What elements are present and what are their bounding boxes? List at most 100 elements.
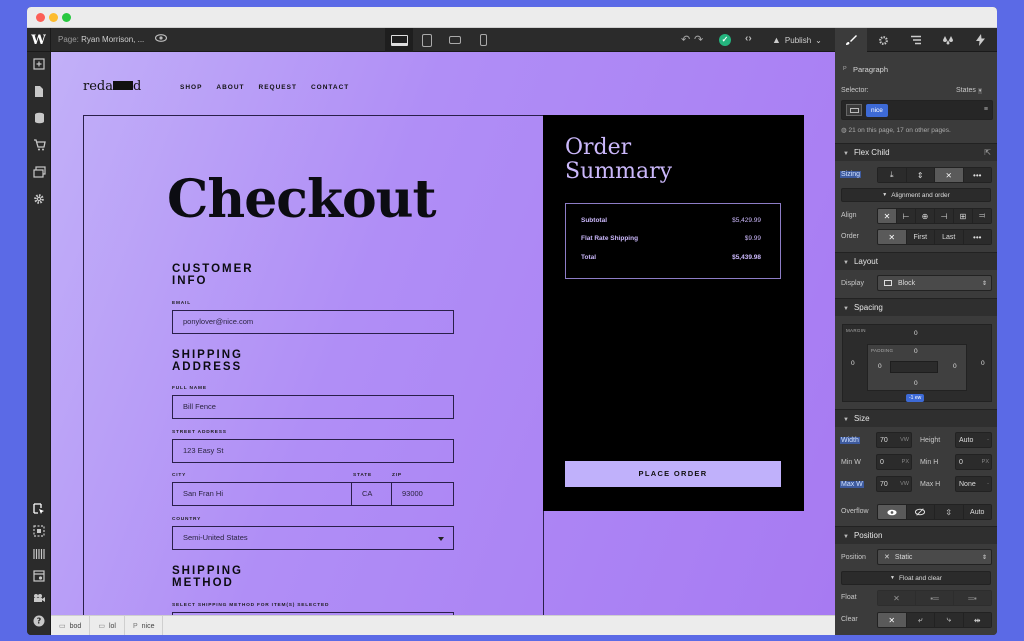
flex-child-section-header[interactable]: ▼ Flex Child ⇱	[835, 143, 997, 161]
ecommerce-cart-icon[interactable]	[31, 139, 47, 155]
padding-bottom-value[interactable]: 0	[914, 380, 918, 387]
order-first-button[interactable]: First	[906, 230, 935, 244]
min-height-unit[interactable]: PX	[982, 459, 989, 465]
align-center-icon[interactable]: ⊕	[916, 209, 935, 223]
minimize-window-button[interactable]	[49, 13, 58, 22]
webflow-logo-icon[interactable]: W	[27, 28, 51, 52]
selector-menu-icon[interactable]: ≡	[984, 106, 988, 113]
margin-top-value[interactable]: 0	[914, 330, 918, 337]
max-width-label[interactable]: Max W	[840, 481, 864, 488]
shipping-method-heading[interactable]: SHIPPING METHOD	[172, 565, 243, 589]
width-input[interactable]: 70 VW	[876, 432, 912, 448]
undo-icon[interactable]: ↶	[681, 33, 690, 46]
clear-none-icon[interactable]: ✕	[878, 613, 907, 627]
cms-database-icon[interactable]	[31, 112, 47, 128]
min-height-input[interactable]: 0 PX	[955, 454, 992, 470]
breadcrumb-body[interactable]: ▭ bod	[51, 616, 91, 635]
padding-right-value[interactable]: 0	[953, 363, 957, 370]
desktop-breakpoint-button[interactable]	[385, 28, 413, 52]
overflow-hidden-eye-slash-icon[interactable]	[906, 505, 935, 519]
overflow-scroll-icon[interactable]: ⇳	[935, 505, 964, 519]
max-width-input[interactable]: 70 VW	[876, 476, 912, 492]
code-export-icon[interactable]: ‹›	[745, 33, 752, 44]
expand-icon[interactable]: ⇱	[984, 144, 991, 162]
order-last-button[interactable]: Last	[935, 230, 964, 244]
height-input[interactable]: Auto -	[955, 432, 992, 448]
no-shrink-icon[interactable]: ⨯	[935, 168, 964, 182]
video-tutorials-icon[interactable]	[31, 592, 47, 608]
width-unit[interactable]: VW	[900, 437, 909, 443]
close-window-button[interactable]	[36, 13, 45, 22]
breadcrumb-section[interactable]: ▭ lol	[90, 616, 125, 635]
assets-images-icon[interactable]	[31, 166, 47, 182]
margin-left-value[interactable]: 0	[851, 360, 855, 367]
customer-info-heading[interactable]: CUSTOMER INFO	[172, 263, 254, 287]
design-canvas[interactable]: reda d SHOP ABOUT REQUEST CONTACT Checkou…	[51, 52, 835, 615]
settings-gear-icon[interactable]	[31, 193, 47, 209]
nav-contact[interactable]: CONTACT	[311, 84, 349, 91]
interactions-drops-icon[interactable]	[932, 28, 964, 52]
help-icon[interactable]: ?	[31, 615, 47, 631]
style-brush-icon[interactable]	[835, 28, 868, 52]
clear-both-icon[interactable]: ⇹	[963, 613, 991, 627]
nav-shop[interactable]: SHOP	[180, 84, 202, 91]
pages-icon[interactable]	[31, 85, 47, 101]
max-height-input[interactable]: None -	[955, 476, 992, 492]
class-chip[interactable]: nice	[866, 103, 888, 117]
site-logo[interactable]: reda d	[83, 79, 141, 94]
place-order-button[interactable]: PLACE ORDER	[565, 461, 781, 487]
margin-bottom-value[interactable]: -1 ew	[906, 394, 925, 402]
grow-icon[interactable]: ⇕	[906, 168, 935, 182]
min-width-input[interactable]: 0 PX	[876, 454, 912, 470]
float-clear-toggle[interactable]: ▼ Float and clear	[841, 571, 991, 585]
position-select[interactable]: ✕ Static ⇕	[877, 549, 992, 565]
order-summary-panel[interactable]: Order Summary Subtotal $5,429.99 Flat Ra…	[543, 115, 804, 511]
navigator-icon[interactable]	[31, 525, 47, 541]
align-baseline-icon[interactable]: ⫤	[973, 209, 991, 223]
more-options-icon[interactable]: •••	[963, 168, 991, 182]
order-none-icon[interactable]: ✕	[878, 230, 907, 244]
min-width-unit[interactable]: PX	[902, 459, 909, 465]
shipping-address-heading[interactable]: SHIPPING ADDRESS	[172, 349, 243, 373]
country-select[interactable]: Semi-United States	[172, 526, 454, 550]
align-end-icon[interactable]: ⊣	[935, 209, 954, 223]
clear-right-icon[interactable]: ⤷	[935, 613, 964, 627]
breadcrumb-paragraph[interactable]: Pnice	[125, 616, 164, 635]
float-right-icon[interactable]: ═▪	[954, 591, 991, 605]
style-manager-icon[interactable]	[900, 28, 932, 52]
tablet-breakpoint-button[interactable]	[413, 28, 441, 52]
padding-left-value[interactable]: 0	[878, 363, 882, 370]
order-more-icon[interactable]: •••	[963, 230, 991, 244]
style-manager-icon[interactable]	[31, 548, 47, 564]
mobile-landscape-breakpoint-button[interactable]	[441, 28, 469, 52]
mobile-portrait-breakpoint-button[interactable]	[469, 28, 497, 52]
page-selector[interactable]: Page: Ryan Morrison, ...	[58, 35, 144, 44]
state-field[interactable]: CA	[352, 482, 392, 506]
lightning-bolt-icon[interactable]	[965, 28, 997, 52]
float-none-icon[interactable]: ✕	[878, 591, 916, 605]
overflow-visible-eye-icon[interactable]	[878, 505, 907, 519]
element-settings-gear-icon[interactable]	[867, 28, 899, 52]
selector-field[interactable]: nice ≡	[841, 100, 993, 120]
full-name-field[interactable]: Bill Fence	[172, 395, 454, 419]
max-width-unit[interactable]: VW	[900, 481, 909, 487]
clear-left-icon[interactable]: ⤶	[906, 613, 935, 627]
align-stretch-icon[interactable]: ⊞	[954, 209, 973, 223]
layout-section-header[interactable]: ▼ Layout	[835, 252, 997, 270]
position-section-header[interactable]: ▼ Position	[835, 526, 997, 544]
maximize-window-button[interactable]	[62, 13, 71, 22]
float-left-icon[interactable]: ▪═	[916, 591, 954, 605]
max-height-unit[interactable]: -	[987, 481, 989, 487]
size-section-header[interactable]: ▼ Size	[835, 409, 997, 427]
order-summary-heading[interactable]: Order Summary	[565, 136, 672, 184]
align-start-icon[interactable]: ⊢	[897, 209, 916, 223]
checkout-heading[interactable]: Checkout	[167, 169, 436, 230]
publish-button[interactable]: ▲ Publish ⌄	[772, 28, 822, 52]
spacing-section-header[interactable]: ▼ Spacing	[835, 298, 997, 316]
width-label[interactable]: Width	[840, 437, 860, 444]
display-select[interactable]: Block ⇕	[877, 275, 992, 291]
height-unit[interactable]: -	[987, 437, 989, 443]
shrink-icon[interactable]: ⤓	[878, 168, 907, 182]
sizing-label[interactable]: Sizing	[840, 171, 862, 178]
alignment-order-toggle[interactable]: ▼ Alignment and order	[841, 188, 991, 202]
